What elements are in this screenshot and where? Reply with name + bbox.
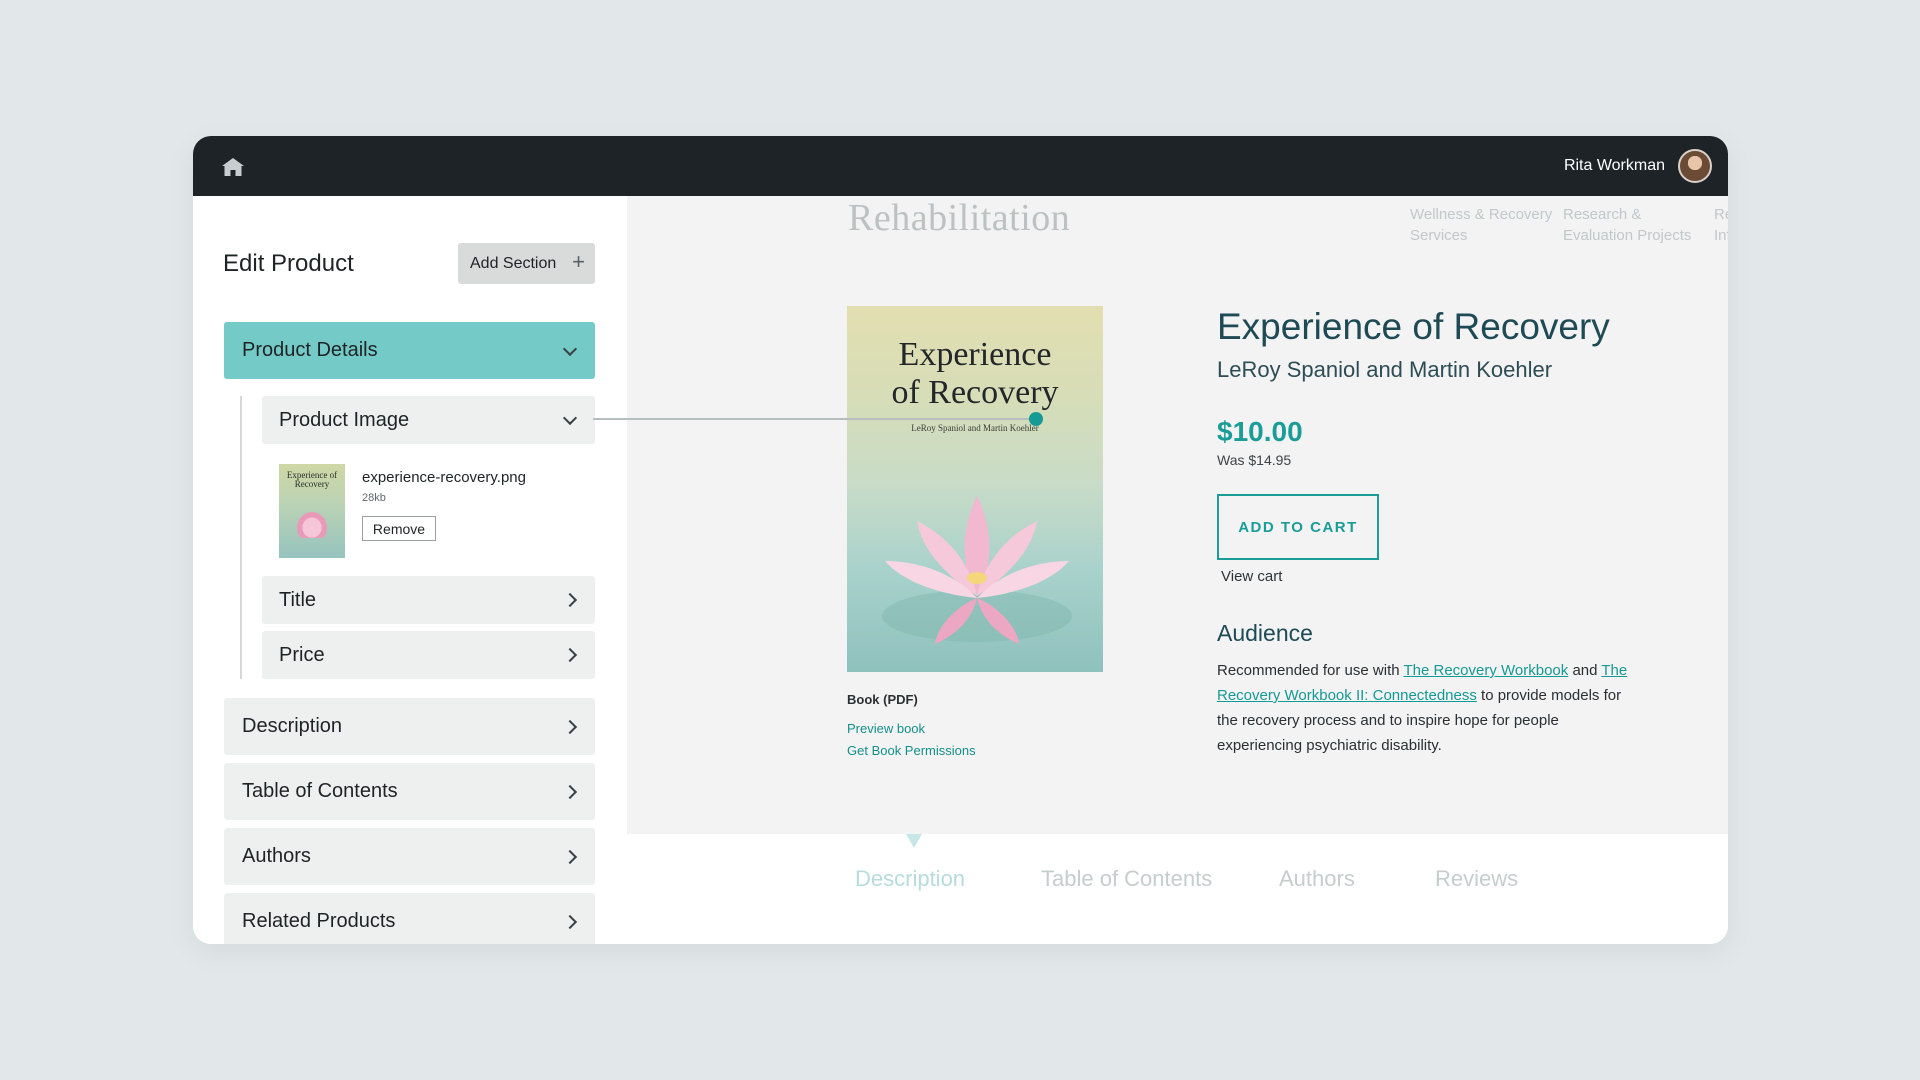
lotus-flower-image <box>882 496 1072 644</box>
tab-table-of-contents[interactable]: Table of Contents <box>1041 866 1212 892</box>
book-format: Book (PDF) <box>847 692 918 707</box>
nav-link-resources[interactable]: Resources & Information <box>1714 204 1728 246</box>
chevron-down-icon <box>562 410 578 426</box>
cover-title-line1: Experience <box>898 336 1052 373</box>
active-tab-marker <box>906 834 922 848</box>
section-related-products[interactable]: Related Products <box>224 893 595 944</box>
edit-product-panel: Edit Product Add Section + Product Detai… <box>193 196 627 944</box>
chevron-right-icon <box>562 719 578 734</box>
file-size: 28kb <box>362 492 386 504</box>
audience-text-mid: and <box>1568 662 1602 679</box>
thumbnail-flower <box>297 512 327 538</box>
book-cover: Experience of Recovery LeRoy Spaniol and… <box>847 306 1103 672</box>
product-authors: LeRoy Spaniol and Martin Koehler <box>1217 357 1553 382</box>
section-product-details[interactable]: Product Details <box>224 322 595 379</box>
cover-authors: LeRoy Spaniol and Martin Koehler <box>911 423 1039 433</box>
recovery-workbook-link[interactable]: The Recovery Workbook <box>1403 662 1568 679</box>
tab-description[interactable]: Description <box>855 866 965 892</box>
section-title[interactable]: Title <box>262 576 595 624</box>
add-section-button[interactable]: Add Section + <box>458 243 595 284</box>
tab-reviews[interactable]: Reviews <box>1435 866 1518 892</box>
add-section-label: Add Section <box>470 254 557 272</box>
product-preview: Rehabilitation Wellness & Recovery Servi… <box>627 196 1728 944</box>
thumbnail-title: Experience of Recovery <box>286 470 338 489</box>
chevron-right-icon <box>562 914 578 929</box>
section-label: Description <box>242 715 343 737</box>
section-label: Product Image <box>279 408 410 431</box>
section-product-image[interactable]: Product Image <box>262 396 595 444</box>
chevron-right-icon <box>562 784 578 799</box>
was-price: Was $14.95 <box>1217 452 1292 468</box>
chevron-right-icon <box>562 849 578 864</box>
remove-image-button[interactable]: Remove <box>362 516 436 541</box>
audience-heading: Audience <box>1217 620 1313 646</box>
nav-link-wellness[interactable]: Wellness & Recovery Services <box>1410 204 1560 246</box>
audience-text-before: Recommended for use with <box>1217 662 1404 679</box>
tab-authors[interactable]: Authors <box>1279 866 1355 892</box>
preview-book-link[interactable]: Preview book <box>847 721 925 736</box>
book-permissions-link[interactable]: Get Book Permissions <box>847 743 976 758</box>
section-price[interactable]: Price <box>262 631 595 679</box>
top-bar: Rita Workman <box>193 136 1728 196</box>
cover-title: Experience of Recovery <box>847 336 1103 412</box>
site-brand[interactable]: Rehabilitation <box>848 196 1070 240</box>
connector-line <box>593 418 1036 420</box>
chevron-down-icon <box>562 341 578 356</box>
add-to-cart-button[interactable]: ADD TO CART <box>1217 494 1379 560</box>
connector-dot <box>1029 412 1043 426</box>
section-table-of-contents[interactable]: Table of Contents <box>224 763 595 820</box>
product-title: Experience of Recovery <box>1217 306 1610 347</box>
section-authors[interactable]: Authors <box>224 828 595 885</box>
section-description[interactable]: Description <box>224 698 595 755</box>
chevron-right-icon <box>562 647 578 663</box>
section-label: Authors <box>242 845 311 867</box>
section-label: Product Details <box>242 339 378 361</box>
cover-title-line2: of Recovery <box>891 374 1059 411</box>
product-price: $10.00 <box>1217 416 1303 447</box>
user-name[interactable]: Rita Workman <box>1564 157 1665 175</box>
chevron-right-icon <box>562 592 578 608</box>
nav-link-research[interactable]: Research & Evaluation Projects <box>1563 204 1713 246</box>
section-label: Related Products <box>242 910 396 932</box>
section-label: Table of Contents <box>242 780 398 802</box>
plus-icon: + <box>572 249 585 274</box>
section-label: Price <box>279 643 325 666</box>
view-cart-link[interactable]: View cart <box>1221 568 1282 585</box>
section-label: Title <box>279 588 317 611</box>
avatar[interactable] <box>1678 149 1712 183</box>
file-name: experience-recovery.png <box>362 469 526 486</box>
home-icon[interactable] <box>221 157 245 177</box>
app-window: Rita Workman Edit Product Add Section + … <box>193 136 1728 944</box>
audience-text: Recommended for use with The Recovery Wo… <box>1217 658 1637 758</box>
editor-title: Edit Product <box>223 250 354 277</box>
image-thumbnail: Experience of Recovery <box>279 464 345 558</box>
subsection-guide-line <box>240 396 242 679</box>
product-tabs: Description Table of Contents Authors Re… <box>627 834 1728 944</box>
